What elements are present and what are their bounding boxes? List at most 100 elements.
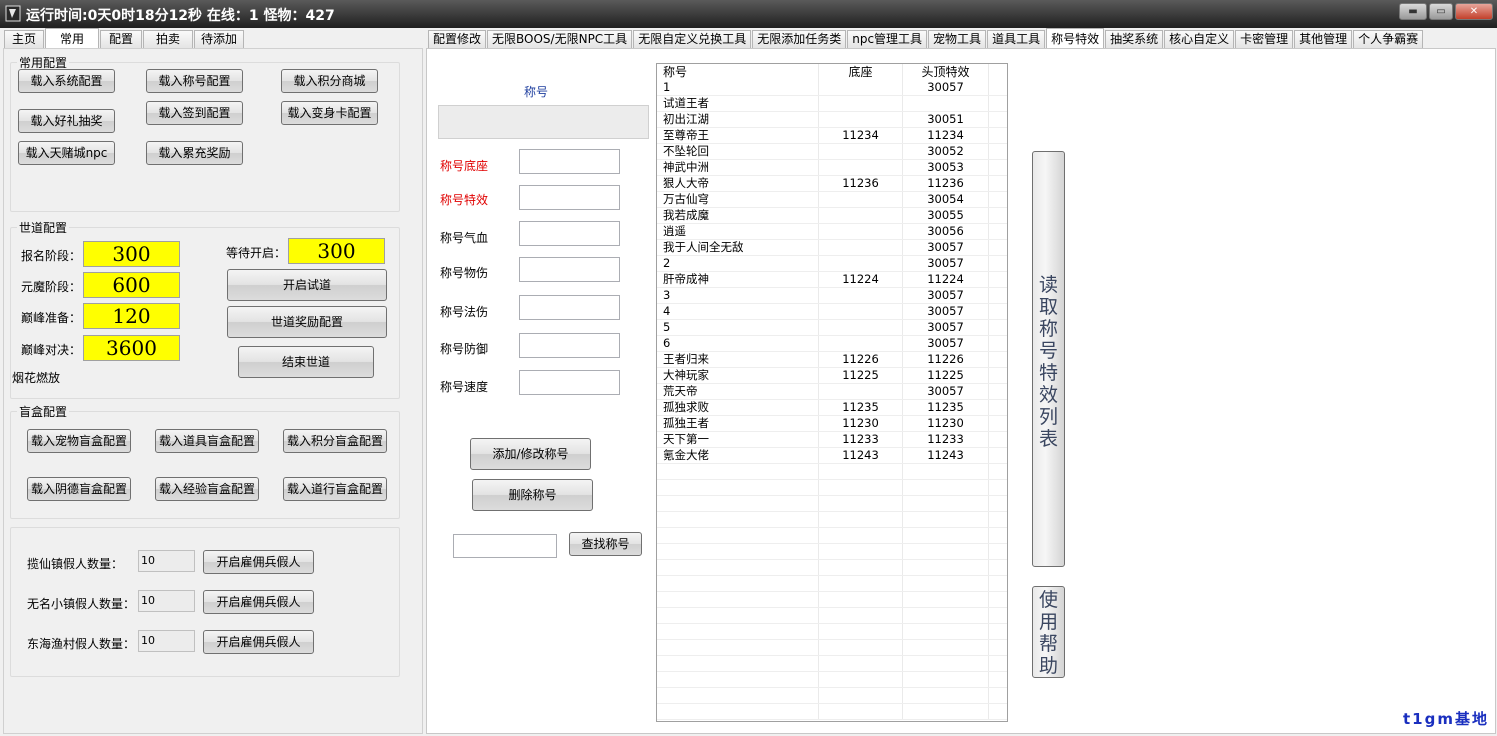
title-effect-input[interactable]	[519, 185, 620, 210]
table-row[interactable]: 逍遥 30056	[657, 224, 1007, 240]
tab-pet-tool[interactable]: 宠物工具	[928, 30, 987, 49]
table-row[interactable]: 荒天帝 30057	[657, 384, 1007, 400]
table-row[interactable]	[657, 480, 1007, 496]
demon-stage-value[interactable]: 600	[83, 272, 180, 298]
table-row[interactable]: 大神玩家 11225 11225	[657, 368, 1007, 384]
table-row[interactable]: 肝帝成神 11224 11224	[657, 272, 1007, 288]
fireworks-label[interactable]: 烟花燃放	[12, 369, 60, 386]
table-row[interactable]: 孤独王者 11230 11230	[657, 416, 1007, 432]
table-row[interactable]: 孤独求败 11235 11235	[657, 400, 1007, 416]
table-row[interactable]: 3 30057	[657, 288, 1007, 304]
table-row[interactable]: 5 30057	[657, 320, 1007, 336]
title-magic-input[interactable]	[519, 295, 620, 320]
tab-config[interactable]: 配置	[100, 30, 142, 49]
table-row[interactable]	[657, 576, 1007, 592]
load-recharge-reward-button[interactable]: 载入累充奖励	[146, 141, 243, 165]
signup-stage-value[interactable]: 300	[83, 241, 180, 267]
table-row[interactable]	[657, 688, 1007, 704]
title-speed-input[interactable]	[519, 370, 620, 395]
tab-pending[interactable]: 待添加	[194, 30, 244, 49]
add-modify-title-button[interactable]: 添加/修改称号	[470, 438, 591, 470]
table-row[interactable]: 6 30057	[657, 336, 1007, 352]
table-row[interactable]: 神武中洲 30053	[657, 160, 1007, 176]
minimize-button[interactable]: ▬	[1399, 3, 1427, 20]
load-item-blindbox-button[interactable]: 载入道具盲盒配置	[155, 429, 259, 453]
title-hp-input[interactable]	[519, 221, 620, 246]
table-row[interactable]	[657, 672, 1007, 688]
search-title-input[interactable]	[453, 534, 557, 558]
tab-other[interactable]: 其他管理	[1294, 30, 1353, 49]
tab-config-edit[interactable]: 配置修改	[428, 30, 487, 49]
tab-boss-npc-tool[interactable]: 无限BOOS/无限NPC工具	[487, 30, 633, 49]
tab-personal-contest[interactable]: 个人争霸赛	[1353, 30, 1424, 49]
load-checkin-config-button[interactable]: 载入签到配置	[146, 101, 243, 125]
table-row[interactable]: 初出江湖 30051	[657, 112, 1007, 128]
table-row[interactable]: 狠人大帝 11236 11236	[657, 176, 1007, 192]
load-casino-npc-button[interactable]: 载入天赌城npc	[18, 141, 115, 165]
tab-auction[interactable]: 拍卖	[143, 30, 193, 49]
fake-player-count-3[interactable]: 10	[138, 630, 195, 652]
tab-common[interactable]: 常用	[45, 28, 99, 49]
close-button[interactable]: ✕	[1455, 3, 1493, 20]
table-row[interactable]: 我若成魔 30055	[657, 208, 1007, 224]
search-title-button[interactable]: 查找称号	[569, 532, 642, 556]
title-def-input[interactable]	[519, 333, 620, 358]
table-row[interactable]	[657, 496, 1007, 512]
table-row[interactable]	[657, 560, 1007, 576]
table-row[interactable]: 我于人间全无敌 30057	[657, 240, 1007, 256]
table-row[interactable]	[657, 592, 1007, 608]
load-dao-blindbox-button[interactable]: 载入道行盲盒配置	[283, 477, 387, 501]
table-row[interactable]	[657, 528, 1007, 544]
tab-exchange-tool[interactable]: 无限自定义兑换工具	[633, 30, 752, 49]
tab-lottery[interactable]: 抽奖系统	[1105, 30, 1164, 49]
read-title-effects-button[interactable]: 读取称号特效列表	[1032, 151, 1065, 567]
load-gift-lottery-button[interactable]: 载入好礼抽奖	[18, 109, 115, 133]
table-row[interactable]: 不坠轮回 30052	[657, 144, 1007, 160]
fake-player-count-2[interactable]: 10	[138, 590, 195, 612]
table-row[interactable]: 氪金大佬 11243 11243	[657, 448, 1007, 464]
title-phys-input[interactable]	[519, 257, 620, 282]
load-transform-card-button[interactable]: 载入变身卡配置	[281, 101, 378, 125]
table-row[interactable]	[657, 640, 1007, 656]
load-virtue-blindbox-button[interactable]: 载入阴德盲盒配置	[27, 477, 131, 501]
load-points-mall-button[interactable]: 载入积分商城	[281, 69, 378, 93]
world-reward-config-button[interactable]: 世道奖励配置	[227, 306, 387, 338]
tab-task-tool[interactable]: 无限添加任务类	[752, 30, 847, 49]
tab-item-tool[interactable]: 道具工具	[987, 30, 1046, 49]
table-row[interactable]: 至尊帝王 11234 11234	[657, 128, 1007, 144]
table-row[interactable]: 2 30057	[657, 256, 1007, 272]
tab-npc-tool[interactable]: npc管理工具	[847, 30, 928, 49]
hire-fake-player-button-3[interactable]: 开启雇佣兵假人	[203, 630, 314, 654]
tab-title-effects[interactable]: 称号特效	[1046, 28, 1105, 49]
hire-fake-player-button-2[interactable]: 开启雇佣兵假人	[203, 590, 314, 614]
table-row[interactable]	[657, 624, 1007, 640]
hire-fake-player-button-1[interactable]: 开启雇佣兵假人	[203, 550, 314, 574]
wait-open-value[interactable]: 300	[288, 238, 385, 264]
load-pet-blindbox-button[interactable]: 载入宠物盲盒配置	[27, 429, 131, 453]
table-row[interactable]: 天下第一 11233 11233	[657, 432, 1007, 448]
tab-card-code[interactable]: 卡密管理	[1235, 30, 1294, 49]
table-row[interactable]	[657, 656, 1007, 672]
start-trial-button[interactable]: 开启试道	[227, 269, 387, 301]
table-row[interactable]	[657, 544, 1007, 560]
column-effect[interactable]: 头顶特效	[903, 64, 989, 80]
table-row[interactable]: 万古仙穹 30054	[657, 192, 1007, 208]
column-title[interactable]: 称号	[657, 64, 819, 80]
tab-home[interactable]: 主页	[4, 30, 44, 49]
help-button[interactable]: 使用帮助	[1032, 586, 1065, 678]
title-name-input[interactable]	[438, 105, 649, 139]
table-row[interactable]	[657, 704, 1007, 720]
table-row[interactable]: 王者归来 11226 11226	[657, 352, 1007, 368]
end-world-button[interactable]: 结束世道	[238, 346, 374, 378]
table-row[interactable]: 试道王者	[657, 96, 1007, 112]
peak-prep-value[interactable]: 120	[83, 303, 180, 329]
peak-fight-value[interactable]: 3600	[83, 335, 180, 361]
load-exp-blindbox-button[interactable]: 载入经验盲盒配置	[155, 477, 259, 501]
table-row[interactable]	[657, 512, 1007, 528]
table-row[interactable]	[657, 464, 1007, 480]
table-row[interactable]: 1 30057	[657, 80, 1007, 96]
load-system-config-button[interactable]: 载入系统配置	[18, 69, 115, 93]
maximize-button[interactable]: ▭	[1429, 3, 1453, 20]
tab-core-custom[interactable]: 核心自定义	[1164, 30, 1235, 49]
delete-title-button[interactable]: 删除称号	[472, 479, 593, 511]
